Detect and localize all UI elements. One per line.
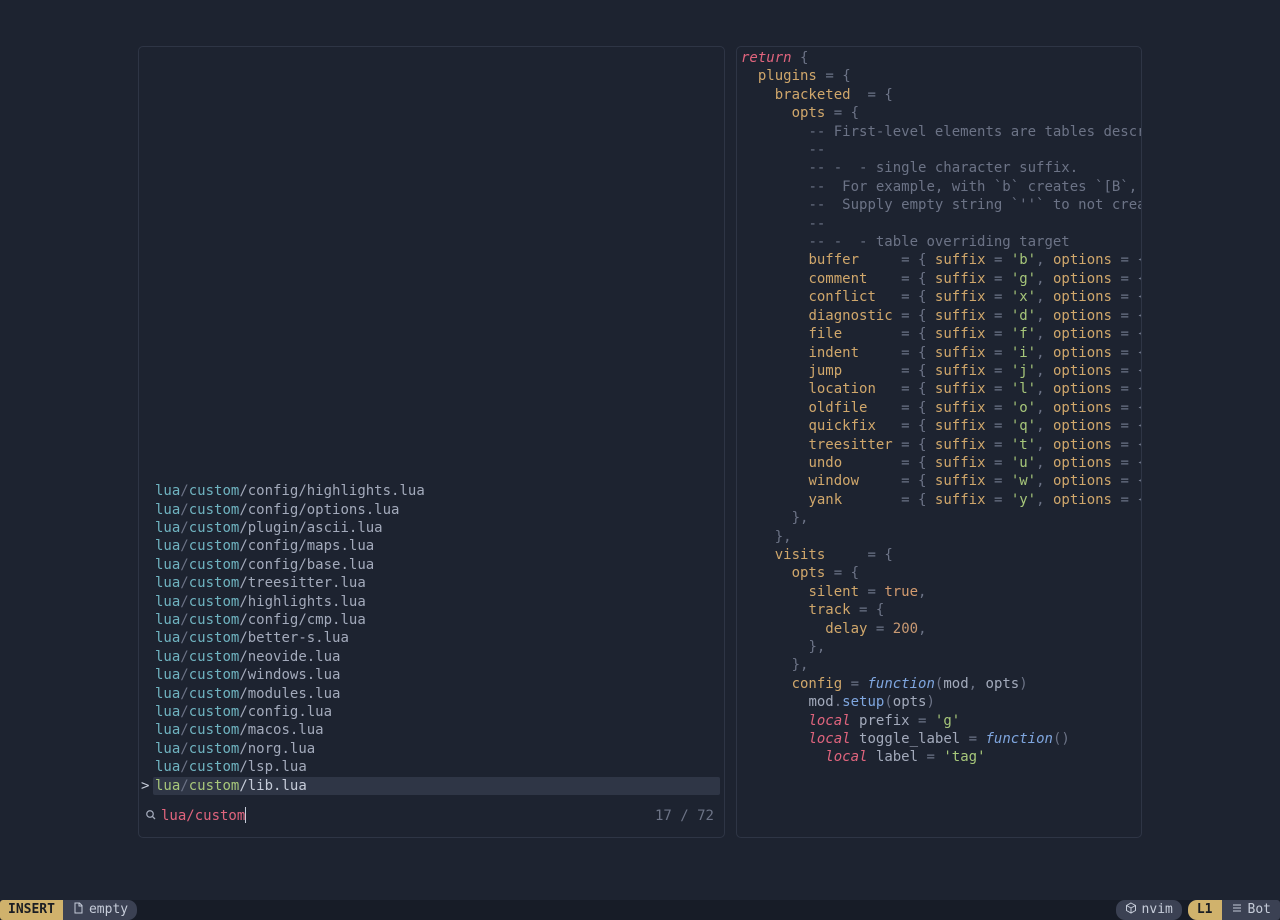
search-query-text: lua/custom	[161, 808, 245, 824]
picker-result[interactable]: lua/custom/neovide.lua	[143, 648, 724, 666]
app-root: lua/custom/config/highlights.lualua/cust…	[0, 0, 1280, 920]
picker-result[interactable]: lua/custom/config/base.lua	[143, 556, 724, 574]
picker-result[interactable]: lua/custom/config/maps.lua	[143, 537, 724, 555]
picker-result[interactable]: lua/custom/treesitter.lua	[143, 574, 724, 592]
status-pos: L1	[1188, 900, 1222, 920]
statusbar: INSERT empty nvim L1 Bot	[0, 900, 1280, 920]
picker-result[interactable]: lua/custom/config/highlights.lua	[143, 482, 724, 500]
picker-result[interactable]: lua/custom/windows.lua	[143, 666, 724, 684]
picker-result[interactable]: lua/custom/plugin/ascii.lua	[143, 519, 724, 537]
picker-results: lua/custom/config/highlights.lualua/cust…	[139, 482, 724, 795]
picker-result[interactable]: lua/custom/highlights.lua	[143, 593, 724, 611]
file-icon	[72, 901, 84, 919]
picker-result[interactable]: lua/custom/config/cmp.lua	[143, 611, 724, 629]
picker-count: 17 / 72	[655, 807, 714, 825]
picker-result[interactable]: lua/custom/config.lua	[143, 703, 724, 721]
cube-icon	[1125, 901, 1137, 919]
search-input[interactable]: lua/custom	[161, 807, 655, 825]
status-file: empty	[63, 900, 137, 920]
status-mode: INSERT	[0, 900, 63, 920]
picker-result[interactable]: lua/custom/modules.lua	[143, 685, 724, 703]
preview-pane: return { plugins = { bracketed = { opts …	[736, 46, 1142, 838]
status-file-label: empty	[89, 901, 128, 919]
file-picker: lua/custom/config/highlights.lualua/cust…	[138, 46, 725, 838]
picker-result[interactable]: lua/custom/norg.lua	[143, 740, 724, 758]
status-right: nvim L1 Bot	[1110, 900, 1280, 920]
panel-container: lua/custom/config/highlights.lualua/cust…	[138, 46, 1142, 838]
picker-result[interactable]: lua/custom/config/options.lua	[143, 501, 724, 519]
status-scroll-label: Bot	[1248, 901, 1271, 919]
picker-result[interactable]: lua/custom/better-s.lua	[143, 629, 724, 647]
status-lsp-label: nvim	[1142, 901, 1173, 919]
text-cursor	[245, 807, 246, 823]
search-icon	[145, 807, 157, 825]
picker-result[interactable]: lua/custom/macos.lua	[143, 721, 724, 739]
lines-icon	[1231, 901, 1243, 919]
picker-result[interactable]: lua/custom/lsp.lua	[143, 758, 724, 776]
picker-result[interactable]: lua/custom/lib.lua	[153, 777, 720, 795]
status-lsp: nvim	[1116, 900, 1182, 920]
status-scroll: Bot	[1222, 900, 1280, 920]
picker-input-row: lua/custom 17 / 72	[145, 807, 714, 825]
